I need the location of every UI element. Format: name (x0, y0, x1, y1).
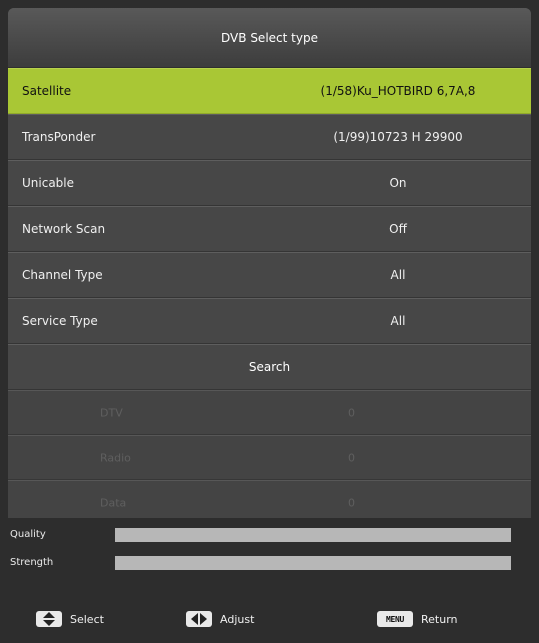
setting-value: All (390, 314, 406, 328)
strength-bar-fill (115, 556, 511, 570)
strength-label: Strength (10, 557, 54, 568)
setting-label: Channel Type (22, 268, 103, 282)
search-label: Search (248, 360, 291, 374)
setting-label: Unicable (22, 176, 75, 190)
setting-label: Network Scan (22, 222, 106, 236)
result-label: Data (100, 496, 127, 509)
window-title: DVB Select type (8, 8, 531, 68)
hint-adjust: Adjust (186, 611, 254, 627)
setting-value: (1/99)10723 H 29900 (333, 130, 463, 144)
result-label: Radio (100, 451, 131, 464)
result-row-radio: Radio 0 (8, 435, 531, 480)
footer-hints: Select Adjust MENU Return (0, 606, 539, 636)
setting-value: On (389, 176, 407, 190)
setting-row-transponder[interactable]: TransPonder (1/99)10723 H 29900 (8, 114, 531, 160)
result-row-data: Data 0 (8, 480, 531, 518)
quality-bar (115, 528, 511, 542)
quality-bar-fill (115, 528, 511, 542)
strength-meter: Strength (0, 554, 539, 574)
signal-meters: Quality Strength (0, 518, 539, 578)
hint-select: Select (36, 611, 104, 627)
result-row-dtv: DTV 0 (8, 390, 531, 435)
result-value: 0 (348, 406, 355, 419)
settings-panel: DVB Select type Satellite (1/58)Ku_HOTBI… (8, 8, 531, 518)
result-label: DTV (100, 406, 123, 419)
setting-row-network-scan[interactable]: Network Scan Off (8, 206, 531, 252)
setting-row-satellite[interactable]: Satellite (1/58)Ku_HOTBIRD 6,7A,8 (8, 68, 531, 114)
hint-adjust-label: Adjust (220, 612, 255, 626)
setting-row-service-type[interactable]: Service Type All (8, 298, 531, 344)
setting-label: Satellite (22, 84, 72, 98)
setting-row-unicable[interactable]: Unicable On (8, 160, 531, 206)
hint-return-label: Return (421, 612, 458, 626)
quality-meter: Quality (0, 526, 539, 546)
search-button[interactable]: Search (8, 344, 531, 390)
result-value: 0 (348, 451, 355, 464)
setting-label: TransPonder (22, 130, 96, 144)
hint-return: MENU Return (377, 611, 458, 627)
up-down-arrow-icon (36, 611, 62, 627)
setting-value: All (390, 268, 406, 282)
hint-select-label: Select (70, 612, 104, 626)
menu-key-icon: MENU (377, 611, 413, 627)
setting-value: Off (389, 222, 407, 236)
setting-label: Service Type (22, 314, 98, 328)
setting-row-channel-type[interactable]: Channel Type All (8, 252, 531, 298)
dvb-select-window: DVB Select type Satellite (1/58)Ku_HOTBI… (0, 0, 539, 643)
strength-bar (115, 556, 511, 570)
result-value: 0 (348, 496, 355, 509)
setting-value: (1/58)Ku_HOTBIRD 6,7A,8 (320, 84, 476, 98)
left-right-arrow-icon (186, 611, 212, 627)
quality-label: Quality (10, 529, 46, 540)
